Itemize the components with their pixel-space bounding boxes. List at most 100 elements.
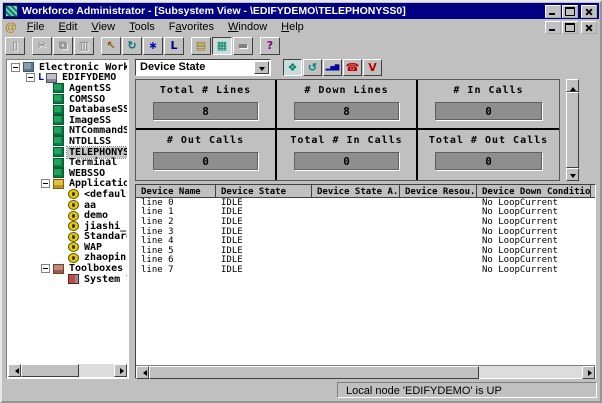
tree-node-telephonyss0[interactable]: TELEPHONYSS0 [8,147,127,158]
table-row-line-6[interactable]: line 6IDLENo LoopCurrent [136,256,595,266]
tree-node-agentss[interactable]: AgentSS [8,83,127,94]
column-header-device-state-a[interactable]: Device State A... [312,185,400,197]
subsystem-icon [53,115,64,125]
paste-icon: ▥ [79,40,89,51]
table-row-line-1[interactable]: line 1IDLENo LoopCurrent [136,208,595,218]
scrollbar-track[interactable] [479,366,582,378]
help-button[interactable]: ? [260,37,280,55]
tree-node-aa[interactable]: aa [8,200,127,211]
menu-view[interactable]: View [84,20,122,35]
tree-node-electronic-workfor[interactable]: Electronic Workfor [8,62,127,73]
view-selector-row: Device State ❖↺▂▅▇ ☎ V [135,59,596,76]
tree-node-label: Application [67,178,127,189]
tree-node-default[interactable]: <default> [8,189,127,200]
stats-vertical-scrollbar[interactable] [566,79,579,181]
tree-node-label: EDIFYDEMO [60,72,118,83]
monitor-toggle-button[interactable]: ❖ [283,59,302,76]
menu-file[interactable]: File [20,20,52,35]
scrollbar-thumb[interactable] [21,364,79,377]
tree-node-websso[interactable]: WEBSSO [8,168,127,179]
menu-help[interactable]: Help [274,20,311,35]
refresh-stats-button[interactable]: ↺ [303,59,322,76]
tree-node-databasesso[interactable]: DatabaseSSO [8,104,127,115]
chart-button[interactable]: ▂▅▇ [323,59,342,76]
scroll-left-icon[interactable] [8,364,21,377]
cell-device-state: IDLE [216,198,312,208]
mdi-restore-button[interactable] [562,21,578,34]
phone-hook-button[interactable]: ☎ [343,59,362,76]
tree-node-standard[interactable]: Standard [8,232,127,243]
scroll-up-icon[interactable] [566,79,579,92]
collapse-icon[interactable] [11,63,20,72]
column-header-device-state[interactable]: Device State [216,185,312,197]
tree-node-terminal[interactable]: Terminal [8,157,127,168]
scrollbar-thumb[interactable] [149,366,479,379]
refresh-button[interactable]: ↻ [122,37,142,55]
menu-tools[interactable]: Tools [122,20,162,35]
tree-node-ntcommandss[interactable]: NTCommandSS [8,126,127,137]
tree-node-label: Terminal [67,157,119,168]
chevron-down-icon[interactable] [254,61,269,74]
collapse-icon[interactable] [41,179,50,188]
scroll-down-icon[interactable] [566,168,579,181]
table-row-line-5[interactable]: line 5IDLENo LoopCurrent [136,246,595,256]
tree-node-zhaopin[interactable]: zhaopin [8,253,127,264]
scroll-right-icon[interactable] [582,366,595,379]
cell-device-down-condition: No LoopCurrent [477,265,591,275]
tree-node-imagess[interactable]: ImageSS [8,115,127,126]
window-icon: ▬ [238,40,248,51]
table-row-line-0[interactable]: line 0IDLENo LoopCurrent [136,198,595,208]
collapse-icon[interactable] [41,264,50,273]
menu-edit[interactable]: Edit [51,20,84,35]
mdi-close-button[interactable] [581,21,597,34]
restore-button[interactable] [562,5,578,18]
table-row-line-7[interactable]: line 7IDLENo LoopCurrent [136,265,595,275]
select-pointer-button[interactable]: ↖ [101,37,121,55]
tree-node-ntdllss[interactable]: NTDLLSS [8,136,127,147]
minimize-button[interactable] [545,5,561,18]
table-horizontal-scrollbar[interactable] [136,365,595,378]
stat-total-lines: Total # Lines8 [136,80,277,130]
tree-node-system-to[interactable]: System To [8,274,127,285]
tree-node-jiashi-sc[interactable]: jiashi_sc [8,221,127,232]
network-map-button[interactable]: ∗ [143,37,163,55]
tree-node-label: <default> [82,189,127,200]
close-button[interactable] [581,5,597,18]
table-row-line-2[interactable]: line 2IDLENo LoopCurrent [136,217,595,227]
menu-window[interactable]: Window [221,20,274,35]
column-header-device-name[interactable]: Device Name [136,185,216,197]
menu-favorites[interactable]: Favorites [162,20,221,35]
column-header-blank[interactable] [591,185,596,197]
scroll-left-icon[interactable] [136,366,149,379]
stat-in-calls: # In Calls0 [418,80,559,130]
validate-button[interactable]: V [363,59,382,76]
subsystem-icon [53,168,64,178]
column-header-device-down-condition[interactable]: Device Down Condition [477,185,591,197]
scrollbar-thumb[interactable] [566,92,579,168]
view-selector-dropdown[interactable]: Device State [135,59,271,76]
stat-down-lines: # Down Lines8 [277,80,418,130]
column-header-device-resou[interactable]: Device Resou... [400,185,477,197]
scrollbar-track[interactable] [79,364,114,377]
collapse-icon[interactable] [26,73,35,82]
cell-device-state: IDLE [216,236,312,246]
check-icon: V [368,62,377,73]
tree-horizontal-scrollbar[interactable] [8,364,127,377]
subsystem-view-button[interactable]: ▦ [212,37,232,55]
scroll-right-icon[interactable] [114,364,127,377]
status-bar: Local node 'EDIFYDEMO' is UP [5,381,597,399]
tree-node-toolboxes[interactable]: Toolboxes [8,263,127,274]
stat-total-out-calls: Total # Out Calls0 [418,130,559,180]
application-icon [68,211,79,221]
tree-node-application[interactable]: Application [8,179,127,190]
tree-node-edifydemo[interactable]: LEDIFYDEMO [8,73,127,84]
mdi-minimize-button[interactable] [545,21,561,34]
phone-icon: ☎ [346,62,360,73]
applications-button[interactable]: ▤ [191,37,211,55]
line-view-button[interactable]: L [164,37,184,55]
tree-node-demo[interactable]: demo [8,210,127,221]
table-row-line-4[interactable]: line 4IDLENo LoopCurrent [136,236,595,246]
table-row-line-3[interactable]: line 3IDLENo LoopCurrent [136,227,595,237]
title-bar[interactable]: Workforce Administrator - [Subsystem Vie… [3,3,599,19]
tree-node-comsso[interactable]: COMSSO [8,94,127,105]
